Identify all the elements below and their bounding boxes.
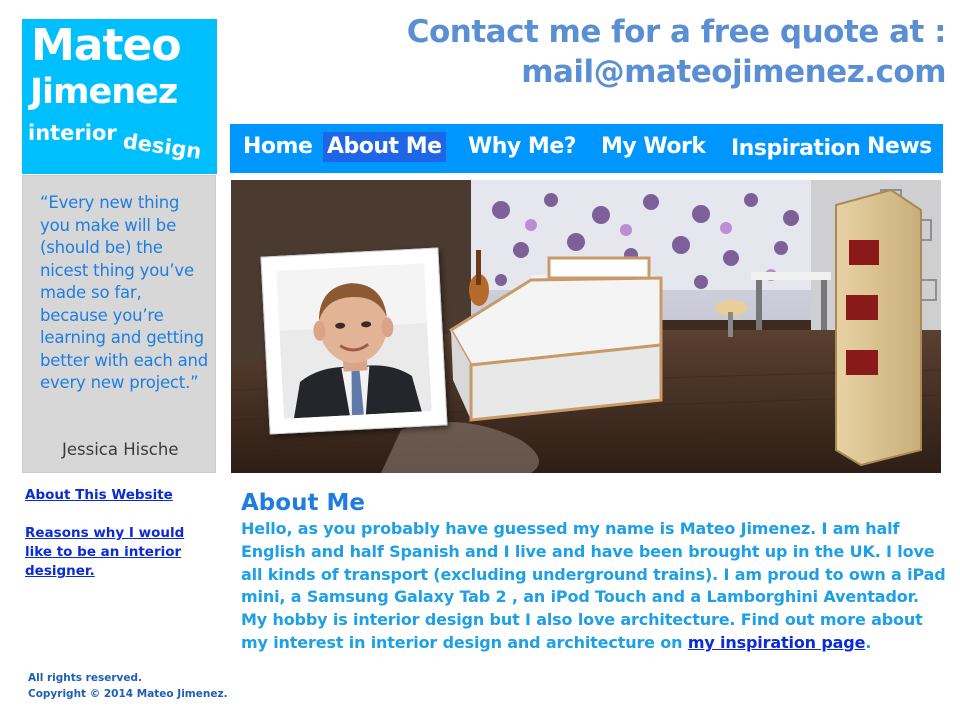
page: Mateo Jimenez interior design Contact me… [0,0,960,720]
about-text: Hello, as you probably have guessed my n… [241,518,947,655]
about-paragraph-2: My hobby is interior design but I also l… [241,609,947,655]
page-title: About Me [241,490,365,516]
nav-news[interactable]: News [867,132,932,162]
portrait-image [276,263,432,419]
quote-text: “Every new thing you make will be (shoul… [40,193,209,392]
reasons-interior-designer-link[interactable]: Reasons why I would like to be an interi… [25,524,210,581]
footer-rights: All rights reserved. [28,672,142,684]
logo-line-1: Mateo [31,20,182,71]
site-logo[interactable]: Mateo Jimenez interior design [22,19,217,174]
logo-line-3: interior [28,121,117,145]
quote-author: Jessica Hische [62,440,179,459]
sidebar-links: About This Website Reasons why I would l… [25,486,210,581]
portrait-photo [260,247,448,435]
main-nav: Home About Me Why Me? My Work Inspiratio… [230,124,943,173]
nav-inspiration[interactable]: Inspiration [731,134,861,164]
nav-why-me[interactable]: Why Me? [468,132,577,162]
nav-about-me[interactable]: About Me [323,132,446,162]
inspiration-page-link[interactable]: my inspiration page [688,633,866,652]
nav-my-work[interactable]: My Work [601,132,706,162]
about-this-website-link[interactable]: About This Website [25,486,210,505]
contact-email[interactable]: mail@mateojimenez.com [326,52,946,92]
contact-line: Contact me for a free quote at : [406,14,947,50]
about-paragraph-2-end: . [865,632,872,652]
footer-copyright: Copyright © 2014 Mateo Jimenez. [28,688,228,700]
logo-line-2: Jimenez [30,72,178,112]
footer: All rights reserved. Copyright © 2014 Ma… [28,670,228,702]
contact-header: Contact me for a free quote at : mail@ma… [326,12,947,92]
about-paragraph-1: Hello, as you probably have guessed my n… [241,519,946,607]
logo-line-4: design [121,128,203,164]
nav-home[interactable]: Home [243,132,313,162]
quote-box: “Every new thing you make will be (shoul… [22,175,216,473]
